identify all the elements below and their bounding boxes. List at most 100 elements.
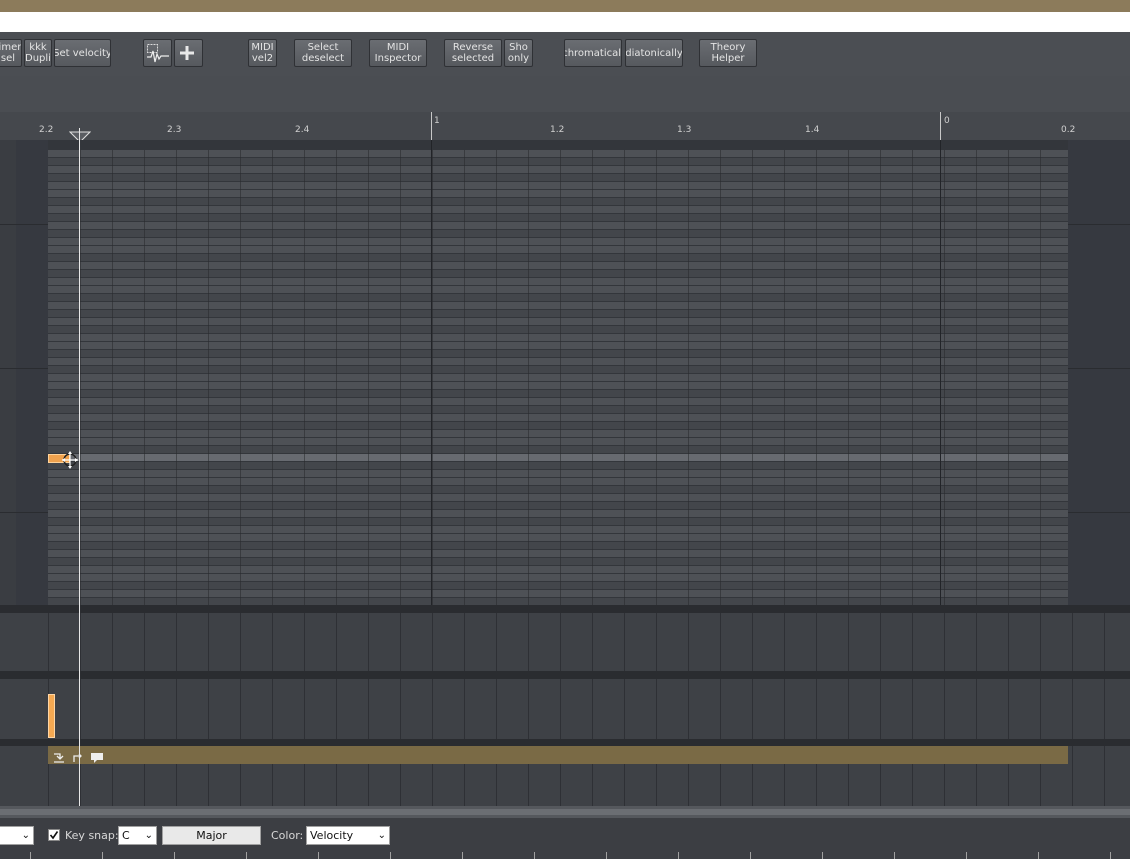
midi-vel2-button[interactable]: MIDI vel2 bbox=[248, 39, 277, 67]
lane-separator[interactable] bbox=[0, 605, 1130, 613]
lane-grid-line bbox=[560, 679, 561, 739]
lane-grid-line bbox=[1072, 613, 1073, 671]
lane-grid-line bbox=[688, 679, 689, 739]
ruler-tick bbox=[102, 852, 103, 859]
velocity-lane[interactable] bbox=[0, 679, 1130, 739]
lane-separator[interactable] bbox=[0, 671, 1130, 679]
octave-divider bbox=[1068, 368, 1130, 369]
lane-grid-line bbox=[432, 679, 433, 739]
beat-line bbox=[368, 150, 369, 605]
region-import-icon[interactable] bbox=[52, 749, 66, 768]
reverse-selected-button[interactable]: Reverse selected bbox=[444, 39, 502, 67]
note-row bbox=[48, 286, 1068, 293]
note-grid[interactable] bbox=[48, 150, 1068, 605]
lane-grid-line bbox=[848, 613, 849, 671]
selected-note-row bbox=[48, 454, 1068, 461]
lane-grid-line bbox=[240, 679, 241, 739]
ruler-label: 2.3 bbox=[167, 125, 182, 135]
beat-line bbox=[752, 150, 753, 605]
note-row bbox=[48, 494, 1068, 501]
beat-line bbox=[592, 150, 593, 605]
octave-divider bbox=[0, 368, 48, 369]
note-row bbox=[48, 278, 1068, 285]
beat-line bbox=[976, 150, 977, 605]
lane-grid-line bbox=[560, 613, 561, 671]
lane-grid-line bbox=[784, 613, 785, 671]
lane-grid-line bbox=[944, 679, 945, 739]
note-row bbox=[48, 166, 1068, 173]
lane-grid-line bbox=[1104, 679, 1105, 739]
lane-grid-line bbox=[464, 679, 465, 739]
note-row bbox=[48, 158, 1068, 165]
beat-line bbox=[688, 150, 689, 605]
waveform-select-button[interactable] bbox=[143, 39, 172, 67]
key-select-value: C bbox=[122, 829, 130, 842]
scale-button[interactable]: Major bbox=[162, 826, 261, 845]
note-row bbox=[48, 462, 1068, 469]
ruler-tick bbox=[822, 852, 823, 859]
note-row bbox=[48, 302, 1068, 309]
lane-grid-line bbox=[976, 679, 977, 739]
note-row bbox=[48, 398, 1068, 405]
lane-grid-line bbox=[112, 679, 113, 739]
plus-icon bbox=[179, 40, 198, 66]
lane-separator[interactable] bbox=[0, 739, 1130, 746]
horizontal-scrollbar[interactable] bbox=[0, 806, 1130, 818]
ruler-label: 1.3 bbox=[677, 125, 692, 135]
kkk-dupli-button[interactable]: kkk Dupli bbox=[24, 39, 52, 67]
grid-size-select[interactable]: ⌄ bbox=[0, 826, 34, 845]
beat-line bbox=[912, 150, 913, 605]
note-row bbox=[48, 238, 1068, 245]
note-row bbox=[48, 478, 1068, 485]
lane-grid-line bbox=[624, 613, 625, 671]
note-row bbox=[48, 214, 1068, 221]
set-velocity-button[interactable]: Set velocity bbox=[54, 39, 111, 67]
timer-sel-button[interactable]: timer sel bbox=[0, 39, 22, 67]
note-row bbox=[48, 318, 1068, 325]
ruler-tick bbox=[750, 852, 751, 859]
color-mode-select[interactable]: Velocity ⌄ bbox=[306, 826, 390, 845]
octave-divider bbox=[1068, 224, 1130, 225]
lane-grid-line bbox=[48, 613, 49, 671]
midi-inspector-button[interactable]: MIDI Inspector bbox=[369, 39, 427, 67]
key-select[interactable]: C ⌄ bbox=[118, 826, 157, 845]
chevron-down-icon: ⌄ bbox=[377, 830, 386, 841]
diatonically-button[interactable]: diatonically bbox=[625, 39, 683, 67]
beat-line bbox=[816, 150, 817, 605]
note-row bbox=[48, 574, 1068, 581]
beat-line bbox=[944, 150, 945, 605]
ruler-tick bbox=[534, 852, 535, 859]
title-strip bbox=[0, 0, 1130, 12]
controller-lane-1[interactable] bbox=[0, 613, 1130, 671]
lane-grid-line bbox=[720, 613, 721, 671]
chromatically-button[interactable]: chromaticall bbox=[564, 39, 622, 67]
velocity-bar[interactable] bbox=[48, 694, 55, 738]
note-row bbox=[48, 526, 1068, 533]
add-button[interactable] bbox=[174, 39, 203, 67]
key-snap-checkbox[interactable] bbox=[48, 829, 60, 841]
ruler-tick bbox=[966, 852, 967, 859]
lane-grid-line bbox=[368, 679, 369, 739]
beat-line bbox=[80, 150, 81, 605]
beat-line bbox=[848, 150, 849, 605]
lane-grid-line bbox=[848, 679, 849, 739]
note-row bbox=[48, 342, 1068, 349]
note-row bbox=[48, 422, 1068, 429]
select-deselect-button[interactable]: Select deselect bbox=[294, 39, 352, 67]
note-row bbox=[48, 294, 1068, 301]
region-loop-icon[interactable] bbox=[72, 749, 84, 768]
lane-grid-line bbox=[528, 613, 529, 671]
playhead-line[interactable] bbox=[79, 128, 80, 806]
key-snap-label: Key snap: bbox=[65, 829, 119, 842]
lane-grid-line bbox=[624, 679, 625, 739]
lane-grid-line bbox=[784, 679, 785, 739]
timeline-ruler[interactable]: 2.2 2.3 2.4 1 1.2 1.3 1.4 0 0.2 bbox=[0, 112, 1130, 143]
theory-helper-button[interactable]: Theory Helper bbox=[699, 39, 757, 67]
show-only-button[interactable]: Sho only bbox=[504, 39, 533, 67]
note-row bbox=[48, 358, 1068, 365]
midi-region-bar[interactable] bbox=[48, 746, 1068, 764]
note-row bbox=[48, 430, 1068, 437]
note-row bbox=[48, 334, 1068, 341]
region-comment-icon[interactable] bbox=[90, 749, 104, 768]
note-row bbox=[48, 262, 1068, 269]
